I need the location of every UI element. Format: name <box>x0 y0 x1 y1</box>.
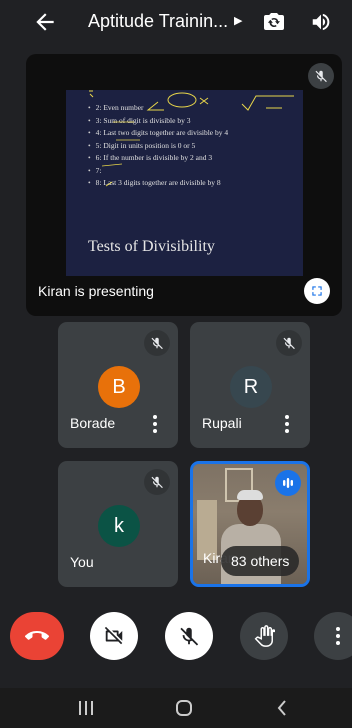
top-bar: Aptitude Trainin... ▶ <box>0 0 352 46</box>
more-options-button[interactable] <box>314 612 352 660</box>
mic-off-icon <box>144 469 170 495</box>
self-tile[interactable]: k You <box>58 461 178 587</box>
camera-off-icon <box>104 626 123 645</box>
camera-toggle-button[interactable] <box>90 612 138 660</box>
participant-name: Rupali <box>202 415 242 431</box>
participant-tile[interactable]: B Borade <box>58 322 178 448</box>
system-navigation-bar <box>0 688 352 728</box>
avatar: k <box>98 505 140 547</box>
others-count-chip[interactable]: 83 others <box>221 546 300 576</box>
recents-icon[interactable] <box>74 696 98 720</box>
caret-right-icon[interactable]: ▶ <box>234 14 242 27</box>
speaking-indicator-icon <box>275 470 301 496</box>
speaker-icon[interactable] <box>310 11 332 33</box>
mic-off-icon <box>276 330 302 356</box>
end-call-button[interactable] <box>10 612 64 660</box>
more-vert-icon[interactable] <box>284 414 290 434</box>
mic-off-icon <box>308 63 334 89</box>
end-call-icon <box>25 630 49 640</box>
avatar: B <box>98 366 140 408</box>
mic-off-icon <box>180 627 199 646</box>
nav-back-icon[interactable] <box>270 696 294 720</box>
more-vert-icon[interactable] <box>152 414 158 434</box>
switch-camera-icon[interactable] <box>262 10 286 34</box>
presentation-tile[interactable]: 2: Even number 3: Sum of digit is divisi… <box>26 54 342 316</box>
presenter-label: Kiran is presenting <box>38 283 154 299</box>
participant-tile[interactable]: R Rupali <box>190 322 310 448</box>
home-icon[interactable] <box>172 696 196 720</box>
participant-name: Borade <box>70 415 116 431</box>
fullscreen-icon[interactable] <box>304 278 330 304</box>
mic-off-icon <box>144 330 170 356</box>
active-speaker-tile[interactable]: Kiran 83 others <box>190 461 310 587</box>
arrow-left-icon[interactable] <box>32 9 58 35</box>
raise-hand-button[interactable] <box>240 612 288 660</box>
avatar: R <box>230 366 272 408</box>
meeting-title[interactable]: Aptitude Trainin... <box>88 11 228 32</box>
slide-title: Tests of Divisibility <box>88 238 215 255</box>
participant-name: You <box>70 554 94 570</box>
more-vert-icon <box>336 627 340 645</box>
hand-icon <box>254 625 275 647</box>
microphone-toggle-button[interactable] <box>165 612 213 660</box>
shared-slide: 2: Even number 3: Sum of digit is divisi… <box>66 90 303 276</box>
